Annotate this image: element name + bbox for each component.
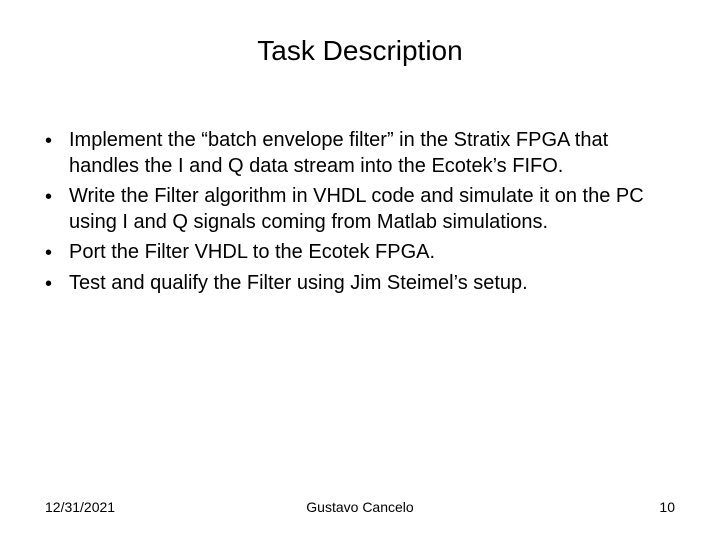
footer-date: 12/31/2021 bbox=[45, 499, 115, 515]
bullet-text: Test and qualify the Filter using Jim St… bbox=[69, 270, 680, 296]
slide-footer: 12/31/2021 Gustavo Cancelo 10 bbox=[40, 499, 680, 520]
bullet-item: • Write the Filter algorithm in VHDL cod… bbox=[45, 183, 680, 235]
slide: Task Description • Implement the “batch … bbox=[0, 0, 720, 540]
footer-page-number: 10 bbox=[659, 499, 675, 515]
bullet-marker-icon: • bbox=[45, 183, 69, 210]
bullet-item: • Implement the “batch envelope filter” … bbox=[45, 127, 680, 179]
bullet-text: Port the Filter VHDL to the Ecotek FPGA. bbox=[69, 239, 680, 265]
bullet-marker-icon: • bbox=[45, 239, 69, 266]
bullet-text: Implement the “batch envelope filter” in… bbox=[69, 127, 680, 179]
footer-author: Gustavo Cancelo bbox=[306, 499, 413, 515]
slide-content: • Implement the “batch envelope filter” … bbox=[40, 127, 680, 499]
bullet-item: • Test and qualify the Filter using Jim … bbox=[45, 270, 680, 297]
slide-title: Task Description bbox=[40, 35, 680, 67]
bullet-marker-icon: • bbox=[45, 270, 69, 297]
bullet-item: • Port the Filter VHDL to the Ecotek FPG… bbox=[45, 239, 680, 266]
bullet-text: Write the Filter algorithm in VHDL code … bbox=[69, 183, 680, 235]
bullet-list: • Implement the “batch envelope filter” … bbox=[40, 127, 680, 297]
bullet-marker-icon: • bbox=[45, 127, 69, 154]
